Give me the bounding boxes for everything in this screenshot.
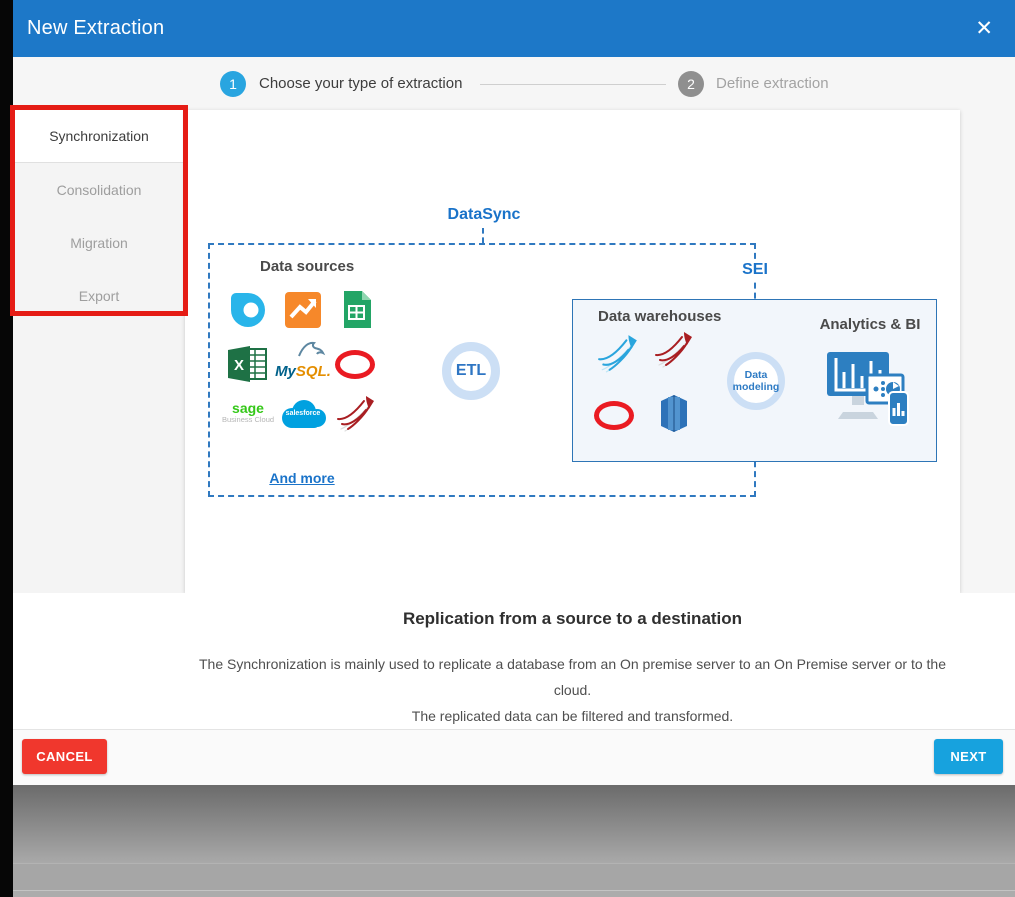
datasync-label: DataSync [425,206,543,224]
google-sheets-icon [342,291,371,333]
and-more-link[interactable]: And more [227,470,377,486]
background-row-band [0,890,1015,897]
modal-drop-shadow [0,785,1015,863]
datasync-connector-dotted-line [482,228,484,243]
type-description-heading: Replication from a source to a destinati… [185,609,960,629]
close-icon[interactable]: ✕ [969,0,999,57]
sei-label: SEI [726,261,784,279]
sei-box: Data warehouses [572,299,937,462]
analytics-bi-title: Analytics & BI [795,316,945,333]
amazon-redshift-icon [657,393,691,439]
google-analytics-icon [285,292,321,333]
background-row-band [0,863,1015,890]
sage-text: sage [218,402,278,415]
svg-text:X: X [234,357,244,374]
step-1-indicator: 1 [220,71,246,97]
data-warehouses-title: Data warehouses [598,308,721,325]
dialog-header: New Extraction ✕ [13,0,1015,57]
next-button[interactable]: NEXT [934,739,1003,774]
dialog-title: New Extraction [27,0,164,57]
page: New Extraction ✕ 1 Choose your type of e… [0,0,1015,897]
analytics-bi-devices-icon [823,348,913,433]
extraction-type-sidebar: Synchronization Consolidation Migration … [13,110,185,593]
sidebar-item-synchronization[interactable]: Synchronization [13,110,185,163]
stepper-connector-line [480,84,666,85]
oracle-warehouse-icon [594,401,634,430]
data-sources-title: Data sources [260,258,354,275]
sql-server-icon [335,393,377,440]
mysql-text-my: My [275,363,296,380]
azure-sql-icon [596,332,640,381]
sage-subtext: Business Cloud [218,415,278,424]
dialog-footer: CANCEL NEXT [13,729,1015,785]
data-modeling-circle: Data modeling [727,352,785,410]
step-2-label: Define extraction [716,75,829,92]
sql-server-warehouse-icon [653,329,695,376]
new-extraction-dialog: New Extraction ✕ 1 Choose your type of e… [13,0,1015,785]
type-description-line: The Synchronization is mainly used to re… [185,651,960,703]
salesforce-icon: salesforce [277,397,329,433]
sage-business-cloud-icon: sage Business Cloud [218,402,278,424]
step-1-label: Choose your type of extraction [259,75,462,92]
dialog-body: Synchronization Consolidation Migration … [13,110,1015,593]
wizard-stepper: 1 Choose your type of extraction 2 Defin… [13,57,1015,110]
dimmed-page-background [0,785,1015,897]
etl-circle: ETL [442,342,500,400]
mysql-icon: MySQL. [273,340,333,380]
salesforce-text: salesforce [277,410,329,417]
excel-icon: X [228,346,268,387]
mysql-text-sql: SQL. [296,363,331,380]
type-description-section: Replication from a source to a destinati… [13,593,1015,729]
sidebar-item-export[interactable]: Export [13,269,185,322]
cancel-button[interactable]: CANCEL [22,739,107,774]
sidebar-item-migration[interactable]: Migration [13,216,185,269]
chat-bubble-app-icon [230,292,266,333]
page-left-dark-strip [0,0,13,897]
sidebar-item-consolidation[interactable]: Consolidation [13,163,185,216]
type-description-line: The replicated data can be filtered and … [185,703,960,729]
oracle-icon [335,350,375,379]
synchronization-diagram-card: DataSync Data sources [185,110,960,593]
step-2-indicator: 2 [678,71,704,97]
